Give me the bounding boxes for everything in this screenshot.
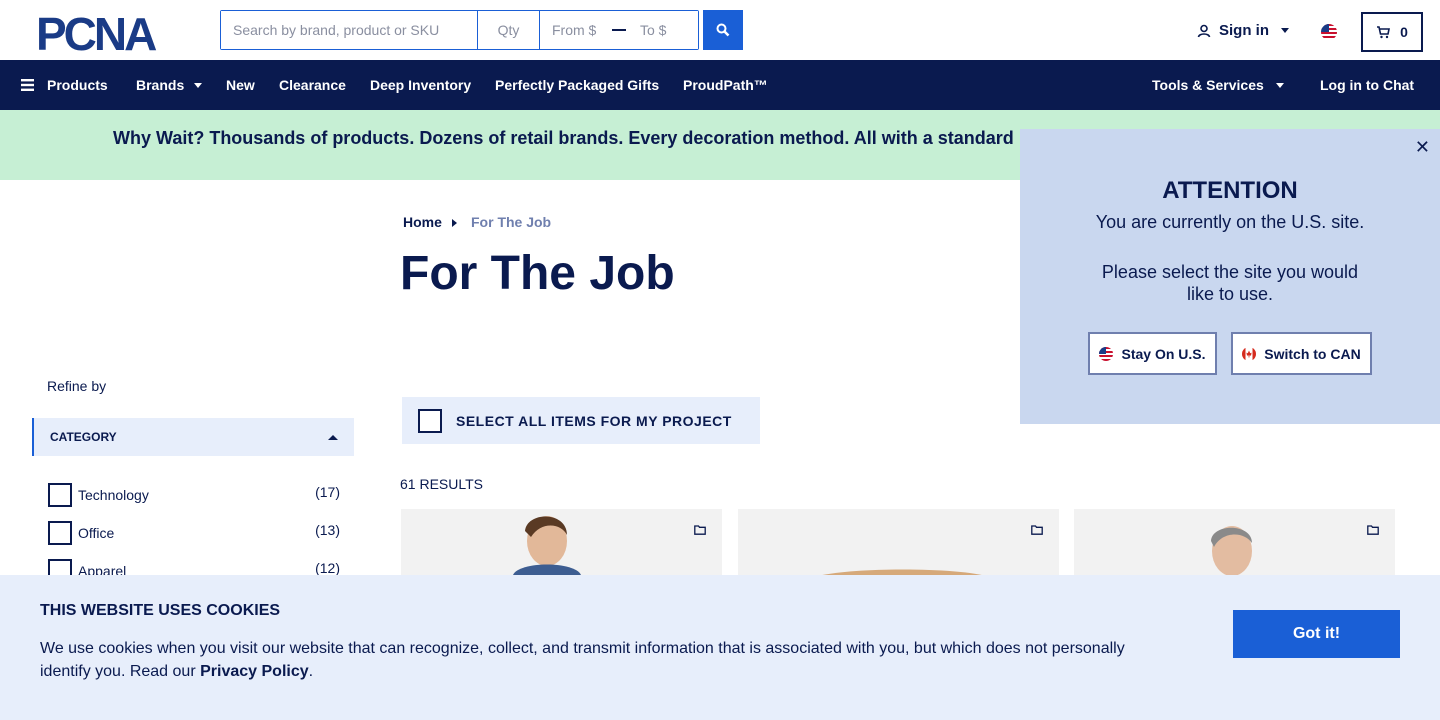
nav-products[interactable]: Products — [21, 60, 108, 110]
category-count: (17) — [315, 484, 340, 500]
site-selection-popup: ✕ ATTENTION You are currently on the U.S… — [1020, 129, 1440, 424]
qty-input[interactable] — [478, 11, 540, 49]
category-option[interactable]: Technology (17) — [48, 483, 340, 507]
us-flag-icon — [1099, 346, 1114, 361]
nav-clearance[interactable]: Clearance — [279, 60, 346, 110]
nav-gifts-label: Perfectly Packaged Gifts — [495, 77, 660, 93]
breadcrumb-current: For The Job — [471, 214, 552, 230]
cart-button[interactable]: 0 — [1361, 12, 1423, 52]
accept-cookies-button[interactable]: Got it! — [1233, 610, 1400, 658]
popup-title: ATTENTION — [1162, 177, 1298, 204]
nav-brands-label: Brands — [136, 77, 185, 93]
stay-on-us-label: Stay On U.S. — [1121, 345, 1206, 362]
category-filter-header[interactable]: CATEGORY — [32, 418, 354, 456]
search-input[interactable] — [221, 11, 478, 49]
nav-brands[interactable]: Brands — [136, 60, 203, 110]
folder-icon[interactable] — [694, 525, 706, 535]
chevron-down-icon — [1281, 28, 1289, 33]
page-title: For The Job — [400, 247, 675, 300]
breadcrumb-home[interactable]: Home — [403, 214, 442, 230]
nav-clearance-label: Clearance — [279, 77, 346, 93]
select-all-label: SELECT ALL ITEMS FOR MY PROJECT — [456, 412, 732, 429]
category-label: Technology — [78, 487, 149, 503]
category-label: Office — [78, 525, 115, 541]
cookie-text: We use cookies when you visit our websit… — [40, 637, 1150, 683]
search-button[interactable] — [703, 10, 743, 50]
nav-deep-inventory-label: Deep Inventory — [370, 77, 472, 93]
nav-new[interactable]: New — [226, 60, 255, 110]
popup-select-site-text: Please select the site you would like to… — [1101, 262, 1359, 304]
price-range-dash — [612, 29, 626, 31]
chevron-up-icon — [328, 435, 338, 440]
nav-tools-label: Tools & Services — [1152, 77, 1264, 93]
nav-tools-services[interactable]: Tools & Services — [1152, 60, 1284, 110]
cookie-banner: THIS WEBSITE USES COOKIES We use cookies… — [0, 575, 1440, 720]
main-nav: Products Brands New Clearance Deep Inven… — [0, 60, 1440, 110]
sign-in-label: Sign in — [1219, 22, 1269, 39]
nav-chat-label: Log in to Chat — [1320, 77, 1415, 93]
sign-in-menu[interactable]: Sign in — [1197, 22, 1289, 39]
chevron-down-icon — [1275, 82, 1284, 88]
stay-on-us-button[interactable]: Stay On U.S. — [1088, 332, 1217, 375]
nav-proudpath-label: ProudPath™ — [683, 77, 768, 93]
popup-current-site-text: You are currently on the U.S. site. — [1095, 212, 1365, 232]
pcna-logo[interactable]: PCNA — [36, 8, 184, 60]
nav-deep-inventory[interactable]: Deep Inventory — [370, 60, 471, 110]
cart-icon — [1377, 26, 1391, 39]
menu-icon — [21, 79, 34, 91]
search-bar — [220, 10, 699, 50]
site-header: PCNA Sign in 0 — [0, 0, 1440, 60]
switch-to-can-button[interactable]: Switch to CAN — [1231, 332, 1372, 375]
nav-proudpath[interactable]: ProudPath™ — [683, 60, 768, 110]
category-count: (12) — [315, 560, 340, 576]
switch-to-can-label: Switch to CAN — [1264, 345, 1361, 362]
results-count: 61 RESULTS — [400, 476, 483, 492]
category-checkbox[interactable] — [48, 521, 72, 545]
refine-label: Refine by — [47, 378, 107, 394]
category-count: (13) — [315, 522, 340, 538]
cookie-title: THIS WEBSITE USES COOKIES — [40, 602, 281, 619]
folder-icon[interactable] — [1031, 525, 1043, 535]
category-header-label: CATEGORY — [50, 430, 117, 444]
chevron-right-icon — [452, 219, 457, 227]
nav-gifts[interactable]: Perfectly Packaged Gifts — [495, 60, 659, 110]
category-checkbox[interactable] — [48, 483, 72, 507]
nav-new-label: New — [226, 77, 255, 93]
cookie-period: . — [308, 663, 314, 680]
select-all-items[interactable]: SELECT ALL ITEMS FOR MY PROJECT — [402, 397, 760, 444]
folder-icon[interactable] — [1367, 525, 1379, 535]
promo-text: Why Wait? Thousands of products. Dozens … — [113, 128, 1014, 148]
user-icon — [1197, 24, 1211, 37]
cart-count: 0 — [1400, 24, 1408, 40]
price-to-input[interactable] — [628, 11, 698, 49]
nav-products-label: Products — [47, 77, 108, 93]
price-from-input[interactable] — [540, 11, 610, 49]
chevron-down-icon — [194, 82, 203, 88]
category-option[interactable]: Office (13) — [48, 521, 340, 545]
logo-text: PCNA — [36, 12, 156, 52]
search-icon — [716, 23, 730, 37]
nav-chat-login[interactable]: Log in to Chat — [1320, 60, 1414, 110]
canada-flag-icon — [1242, 346, 1257, 361]
us-flag-icon[interactable] — [1321, 24, 1337, 40]
close-icon[interactable]: ✕ — [1415, 137, 1430, 158]
privacy-policy-link[interactable]: Privacy Policy — [200, 663, 309, 680]
select-all-checkbox[interactable] — [418, 408, 442, 433]
